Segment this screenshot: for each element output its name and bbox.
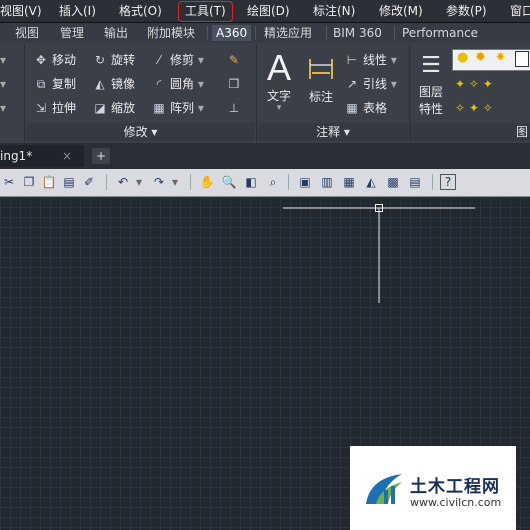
new-tab-button[interactable]: + — [92, 148, 110, 164]
sun-icon: ✹ — [475, 50, 486, 65]
annotation-panel-footer[interactable]: 注释 ▾ — [258, 123, 408, 141]
properties-icon[interactable]: ▣ — [296, 173, 314, 191]
leader-button[interactable]: ↗ 引线 ▾ — [344, 75, 397, 93]
undo-icon[interactable]: ↶ — [114, 173, 132, 191]
fillet-icon: ◜ — [156, 77, 162, 91]
chevron-down-icon[interactable]: ▾ — [0, 51, 6, 69]
brand-url: www.civilcn.com — [410, 496, 502, 509]
brand-name: 土木工程网 — [410, 477, 500, 497]
paste-special-icon[interactable]: ▤ — [60, 173, 78, 191]
cut-icon[interactable]: ✂ — [0, 173, 18, 191]
table-button[interactable]: ▦ 表格 — [344, 99, 387, 117]
menu-view[interactable]: 视图(V) — [0, 2, 42, 20]
zoom-window-icon[interactable]: ◧ — [242, 173, 260, 191]
rotate-icon: ↻ — [94, 53, 106, 67]
brand-logo-icon — [366, 474, 402, 504]
redo-icon[interactable]: ↷ — [150, 173, 168, 191]
tab-output[interactable]: 输出 — [104, 25, 128, 41]
help-icon[interactable]: ? — [440, 174, 456, 190]
zoom-realtime-icon[interactable]: 🔍 — [220, 173, 238, 191]
menu-draw[interactable]: 绘图(D) — [247, 2, 290, 20]
chevron-down-icon[interactable]: ▾ — [0, 99, 6, 117]
paste-icon[interactable]: 📋 — [40, 173, 58, 191]
scale-button[interactable]: ◪ 缩放 — [92, 99, 135, 117]
fillet-button[interactable]: ◜ 圆角 ▾ — [151, 75, 204, 93]
menu-dimension[interactable]: 标注(N) — [313, 2, 355, 20]
erase-button[interactable]: ✎ — [226, 51, 245, 69]
menu-parameters[interactable]: 参数(P) — [446, 2, 487, 20]
stretch-icon: ⇲ — [35, 101, 47, 115]
move-icon: ✥ — [35, 53, 47, 67]
standard-toolbar: ✂ ❐ 📋 ▤ ✐ ↶ ▾ ↷ ▾ ✋ 🔍 ◧ ⌕ ▣ ▥ ▦ ◭ ▩ ▤ ? — [0, 169, 530, 197]
chevron-down-icon: ▾ — [276, 103, 282, 113]
ribbon: ▾ ▾ ▾ ✥ 移动 ↻ 旋转 ⁄ 修剪 ▾ ✎ ⧉ 复制 ◭ 镜像 ◜ 圆角 ▾ ❒ ⇲ 拉… — [0, 43, 530, 144]
move-button[interactable]: ✥ 移动 — [33, 51, 76, 69]
text-button[interactable]: A 文字 ▾ — [263, 47, 295, 113]
tab-addins[interactable]: 附加模块 — [147, 25, 195, 41]
sheet-set-icon[interactable]: ◭ — [362, 173, 380, 191]
layer-tool-icon[interactable]: ✧ ✦ ✧ — [455, 99, 493, 117]
document-tab-bar: ing1* × + — [0, 143, 530, 169]
design-center-icon[interactable]: ▥ — [318, 173, 336, 191]
text-icon: A — [266, 47, 291, 88]
match-properties-icon[interactable]: ✐ — [80, 173, 98, 191]
pencil-icon: ✎ — [228, 53, 240, 67]
calculator-icon[interactable]: ▤ — [406, 173, 424, 191]
rotate-button[interactable]: ↻ 旋转 — [92, 51, 135, 69]
markup-icon[interactable]: ▩ — [384, 173, 402, 191]
offset-button[interactable]: ⊥ — [226, 99, 245, 117]
watermark-logo: 土木工程网 www.civilcn.com — [350, 446, 516, 530]
offset-icon: ⊥ — [228, 101, 240, 115]
mirror-icon: ◭ — [95, 77, 105, 91]
copy-icon: ⧉ — [36, 77, 46, 91]
array-button[interactable]: ▦ 阵列 ▾ — [151, 99, 204, 117]
trim-button[interactable]: ⁄ 修剪 ▾ — [151, 51, 204, 69]
layers-panel-footer[interactable]: 图 — [410, 123, 530, 141]
layer-tool-icon[interactable]: ✦ ✧ ✦ — [455, 75, 493, 93]
explode-icon: ❒ — [228, 77, 240, 91]
chevron-down-icon[interactable]: ▾ — [170, 173, 180, 191]
modify-panel-footer[interactable]: 修改 ▾ — [26, 123, 255, 141]
tab-a360[interactable]: A360 — [212, 25, 252, 41]
layer-dropdown[interactable]: ● ✹ ✷ — [452, 49, 530, 71]
tab-bim360[interactable]: BIM 360 — [333, 25, 382, 41]
menu-bar: 视图(V) 插入(I) 格式(O) 工具(T) 绘图(D) 标注(N) 修改(M… — [0, 0, 530, 23]
ribbon-tab-bar: 视图 管理 输出 附加模块 A360 精选应用 BIM 360 Performa… — [0, 23, 530, 43]
stretch-button[interactable]: ⇲ 拉伸 — [33, 99, 76, 117]
array-icon: ▦ — [153, 101, 165, 115]
mirror-button[interactable]: ◭ 镜像 — [92, 75, 135, 93]
explode-button[interactable]: ❒ — [226, 75, 245, 93]
drawing-tab[interactable]: ing1* × — [0, 145, 84, 167]
linear-dimension-button[interactable]: ⊢ 线性 ▾ — [344, 51, 397, 69]
menu-insert[interactable]: 插入(I) — [59, 2, 96, 20]
copy-icon[interactable]: ❐ — [20, 173, 38, 191]
dimension-button[interactable]: 标注 — [303, 49, 339, 105]
table-icon: ▦ — [346, 101, 358, 115]
linear-icon: ⊢ — [346, 53, 358, 67]
tab-performance[interactable]: Performance — [402, 25, 478, 41]
menu-format[interactable]: 格式(O) — [119, 2, 162, 20]
leader-icon: ↗ — [346, 77, 358, 91]
tab-view[interactable]: 视图 — [15, 25, 39, 41]
dimension-icon — [309, 59, 333, 79]
scale-icon: ◪ — [94, 101, 106, 115]
layer-properties-button[interactable]: ☰ 图层 特性 — [414, 49, 448, 117]
color-swatch — [515, 51, 529, 67]
menu-modify[interactable]: 修改(M) — [379, 2, 423, 20]
chevron-down-icon[interactable]: ▾ — [0, 75, 6, 93]
layers-icon: ☰ — [421, 53, 441, 78]
copy-button[interactable]: ⧉ 复制 — [33, 75, 76, 93]
trim-icon: ⁄ — [157, 53, 160, 67]
lock-icon: ✷ — [495, 50, 506, 65]
tab-manage[interactable]: 管理 — [60, 25, 84, 41]
zoom-previous-icon[interactable]: ⌕ — [264, 173, 282, 191]
menu-window[interactable]: 窗口 — [510, 2, 530, 20]
lightbulb-icon: ● — [457, 50, 469, 65]
pan-icon[interactable]: ✋ — [198, 173, 216, 191]
close-icon[interactable]: × — [62, 145, 72, 167]
tab-featured-apps[interactable]: 精选应用 — [264, 25, 312, 41]
menu-tools[interactable]: 工具(T) — [178, 1, 233, 22]
chevron-down-icon[interactable]: ▾ — [134, 173, 144, 191]
tool-palettes-icon[interactable]: ▦ — [340, 173, 358, 191]
